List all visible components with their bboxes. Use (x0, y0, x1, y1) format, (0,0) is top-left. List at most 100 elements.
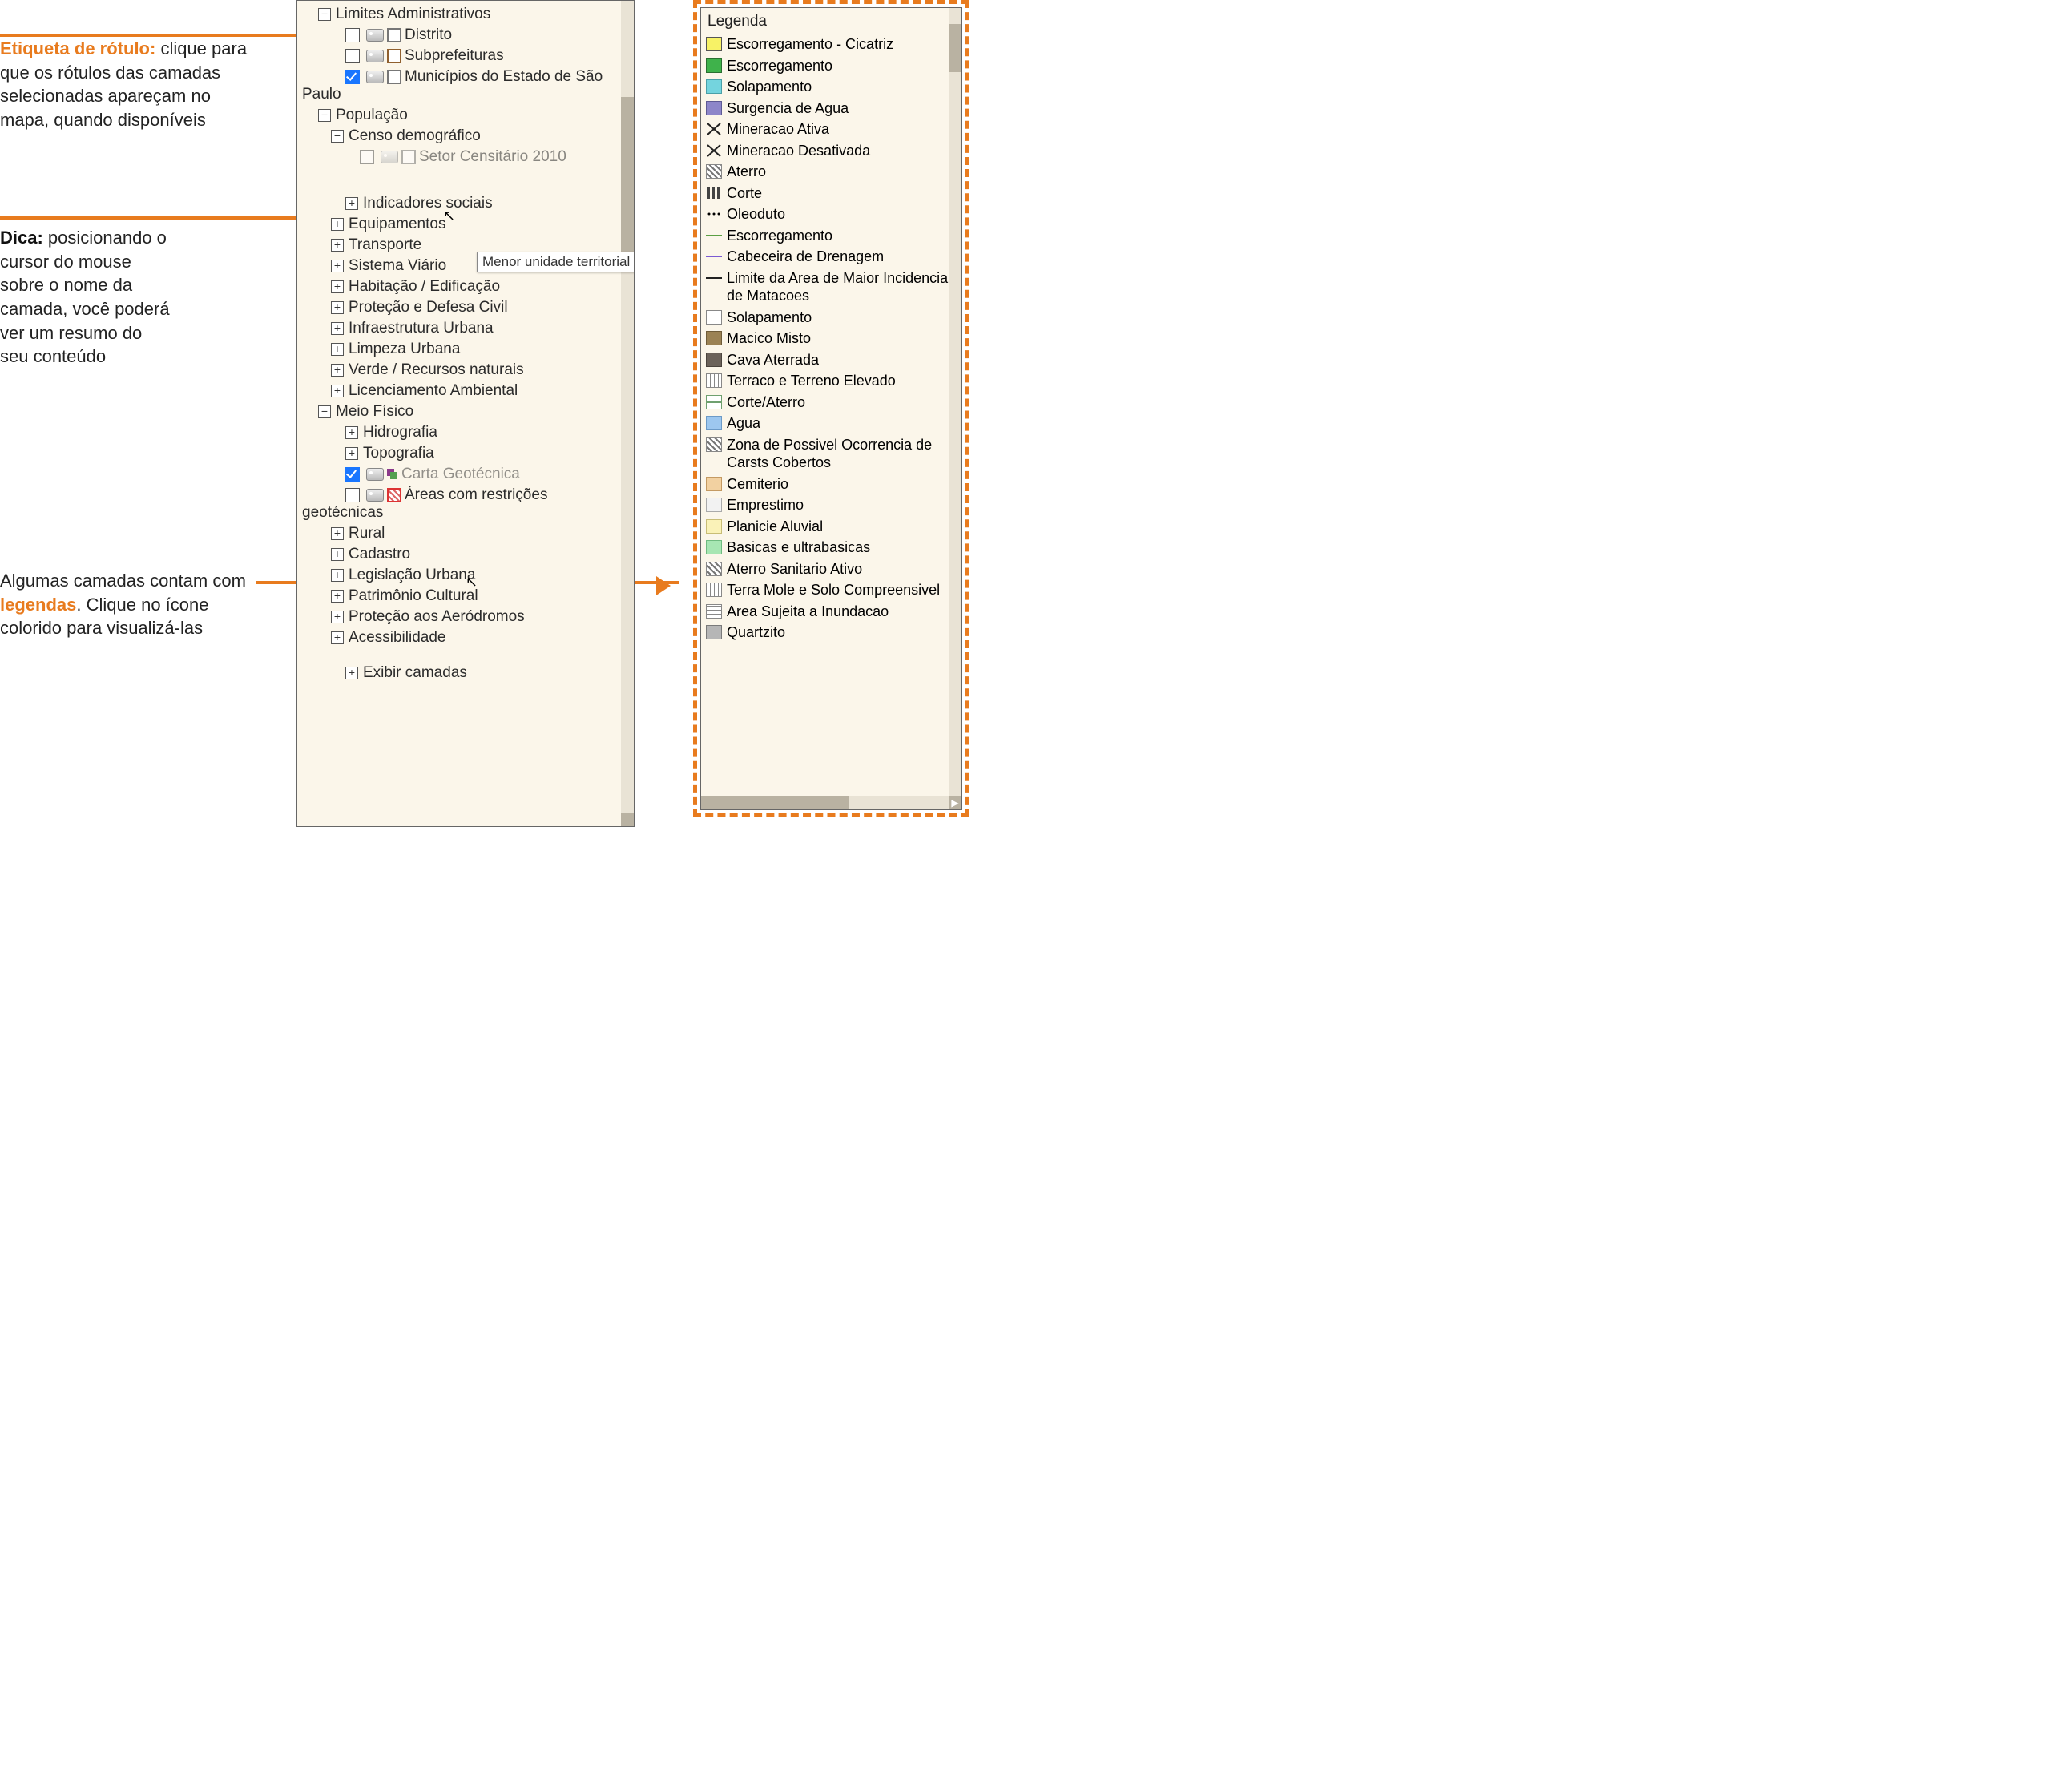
expand-toggle[interactable]: + (331, 631, 344, 644)
expand-toggle[interactable]: + (331, 364, 344, 377)
group-sistema-viario[interactable]: Sistema Viário (349, 257, 446, 274)
expand-toggle[interactable]: + (331, 239, 344, 252)
layer-setor[interactable]: Setor Censitário 2010 (419, 148, 566, 165)
group-equipamentos[interactable]: Equipamentos (349, 216, 445, 232)
layer-tooltip: Menor unidade territorial para coleta de… (477, 252, 635, 272)
expand-toggle[interactable]: + (331, 569, 344, 582)
expand-toggle[interactable]: + (331, 527, 344, 540)
expand-toggle[interactable]: + (345, 426, 358, 439)
group-topografia[interactable]: Topografia (363, 445, 434, 462)
group-infra[interactable]: Infraestrutura Urbana (349, 320, 494, 337)
scroll-right-icon[interactable]: ▶ (949, 796, 961, 809)
legend-symbol (706, 37, 722, 51)
layer-restricoes[interactable]: Áreas com restrições geotécnicas (302, 486, 547, 521)
label-tag-icon[interactable] (366, 50, 384, 62)
checkbox[interactable] (345, 49, 360, 63)
group-habitacao[interactable]: Habitação / Edificação (349, 278, 500, 295)
legend-item-corte: Corte (706, 183, 958, 204)
legend-symbol (706, 416, 722, 430)
group-patrimonio[interactable]: Patrimônio Cultural (349, 587, 478, 604)
legend-label: Limite da Area de Maior Incidencia de Ma… (727, 269, 958, 305)
group-cadastro[interactable]: Cadastro (349, 546, 410, 562)
legend-scrollbar-h[interactable]: ◀ ▶ (701, 796, 949, 809)
layer-tree-panel: −Limites Administrativos Distrito Subpre… (296, 0, 635, 827)
legend-icon[interactable] (387, 469, 398, 480)
group-rural[interactable]: Rural (349, 525, 385, 542)
legend-item-aterro: Aterro (706, 161, 958, 183)
group-acessibilidade[interactable]: Acessibilidade (349, 629, 445, 646)
group-hidrografia[interactable]: Hidrografia (363, 424, 437, 441)
expand-toggle[interactable]: − (318, 109, 331, 122)
expand-toggle[interactable]: + (331, 385, 344, 397)
group-defesa-civil[interactable]: Proteção e Defesa Civil (349, 299, 508, 316)
group-aerodromos[interactable]: Proteção aos Aeródromos (349, 608, 525, 625)
legend-label: Emprestimo (727, 496, 958, 514)
expand-toggle[interactable]: + (345, 667, 358, 679)
expand-toggle[interactable]: + (331, 280, 344, 293)
layer-carta-geotecnica[interactable]: Carta Geotécnica (401, 466, 520, 482)
scroll-thumb[interactable] (701, 796, 849, 809)
expand-toggle[interactable]: − (318, 8, 331, 21)
group-meio-fisico[interactable]: Meio Físico (336, 403, 413, 420)
legend-symbol (706, 498, 722, 512)
layer-distrito[interactable]: Distrito (405, 26, 452, 43)
legend-symbol (706, 540, 722, 554)
expand-toggle[interactable]: + (331, 301, 344, 314)
legend-symbol (706, 228, 722, 243)
legend-label: Aterro Sanitario Ativo (727, 560, 958, 579)
expand-toggle[interactable]: + (331, 611, 344, 623)
action-exibir-camadas[interactable]: Exibir camadas (363, 664, 467, 681)
checkbox[interactable] (345, 28, 360, 42)
legend-icon[interactable] (387, 488, 401, 502)
group-legislacao[interactable]: Legislação Urbana (349, 566, 475, 583)
expand-toggle[interactable]: + (345, 447, 358, 460)
panel-scrollbar[interactable] (621, 1, 634, 826)
legend-label: Agua (727, 414, 958, 433)
group-verde[interactable]: Verde / Recursos naturais (349, 361, 524, 378)
label-tag-icon[interactable] (366, 71, 384, 83)
expand-toggle[interactable]: + (331, 343, 344, 356)
layer-swatch[interactable] (401, 150, 416, 164)
label-tag-icon[interactable] (381, 151, 398, 163)
layer-swatch[interactable] (387, 70, 401, 84)
group-indicadores[interactable]: Indicadores sociais (363, 195, 493, 212)
legend-label: Corte/Aterro (727, 393, 958, 412)
scroll-thumb[interactable] (949, 24, 961, 72)
scroll-thumb[interactable] (621, 97, 634, 257)
group-transporte[interactable]: Transporte (349, 236, 421, 253)
group-censo[interactable]: Censo demográfico (349, 127, 481, 144)
legend-label: Terraco e Terreno Elevado (727, 372, 958, 390)
legend-item-cava: Cava Aterrada (706, 349, 958, 371)
legend-scrollbar-v[interactable] (949, 8, 961, 796)
legend-label: Terra Mole e Solo Compreensivel (727, 581, 958, 599)
legend-label: Cava Aterrada (727, 351, 958, 369)
layer-subpref[interactable]: Subprefeituras (405, 47, 504, 64)
label-tag-icon[interactable] (366, 29, 384, 42)
legend-item-mineracao_des: Mineracao Desativada (706, 140, 958, 162)
legend-label: Planicie Aluvial (727, 518, 958, 536)
legend-item-solap2: Solapamento (706, 307, 958, 329)
label-tag-icon[interactable] (366, 489, 384, 502)
checkbox-checked[interactable] (345, 467, 360, 482)
group-populacao[interactable]: População (336, 107, 408, 123)
legend-label: Corte (727, 184, 958, 203)
legend-label: Cemiterio (727, 475, 958, 494)
group-limpeza[interactable]: Limpeza Urbana (349, 341, 460, 357)
layer-swatch[interactable] (387, 49, 401, 63)
expand-toggle[interactable]: + (331, 260, 344, 272)
layer-swatch[interactable] (387, 28, 401, 42)
checkbox[interactable] (345, 488, 360, 502)
expand-toggle[interactable]: + (331, 590, 344, 603)
expand-toggle[interactable]: − (331, 130, 344, 143)
group-licenciamento[interactable]: Licenciamento Ambiental (349, 382, 518, 399)
expand-toggle[interactable]: − (318, 405, 331, 418)
label-tag-icon[interactable] (366, 468, 384, 481)
checkbox-checked[interactable] (345, 70, 360, 84)
expand-toggle[interactable]: + (345, 197, 358, 210)
expand-toggle[interactable]: + (331, 218, 344, 231)
expand-toggle[interactable]: + (331, 548, 344, 561)
group-limites[interactable]: Limites Administrativos (336, 6, 490, 22)
checkbox[interactable] (360, 150, 374, 164)
expand-toggle[interactable]: + (331, 322, 344, 335)
legend-symbol (706, 519, 722, 534)
